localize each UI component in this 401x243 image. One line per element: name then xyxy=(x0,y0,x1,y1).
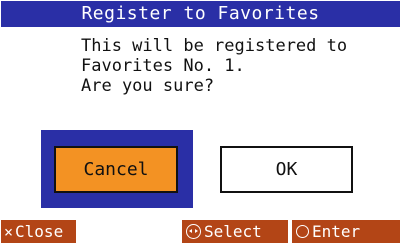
cross-icon: × xyxy=(4,222,14,241)
ok-button[interactable]: OK xyxy=(220,146,353,193)
circle-icon xyxy=(296,225,309,238)
cancel-button[interactable]: Cancel xyxy=(54,146,178,193)
enter-button[interactable]: Enter xyxy=(291,219,401,243)
dial-icon xyxy=(186,224,201,239)
enter-button-label: Enter xyxy=(312,222,361,241)
select-button[interactable]: Select xyxy=(181,219,289,243)
title-bar: Register to Favorites xyxy=(1,1,400,27)
select-button-label: Select xyxy=(204,222,262,241)
dialog-screen: Register to Favorites This will be regis… xyxy=(0,0,401,243)
message-line-1: This will be registered to xyxy=(81,36,348,56)
dialog-title: Register to Favorites xyxy=(81,3,320,24)
dialog-message: This will be registered to Favorites No.… xyxy=(81,36,381,96)
message-line-3: Are you sure? xyxy=(81,76,215,96)
cancel-button-label: Cancel xyxy=(83,159,149,180)
close-button-label: Close xyxy=(15,222,64,241)
message-line-2: Favorites No. 1. xyxy=(81,56,245,76)
close-button[interactable]: × Close xyxy=(0,219,77,243)
ok-button-label: OK xyxy=(275,159,298,180)
